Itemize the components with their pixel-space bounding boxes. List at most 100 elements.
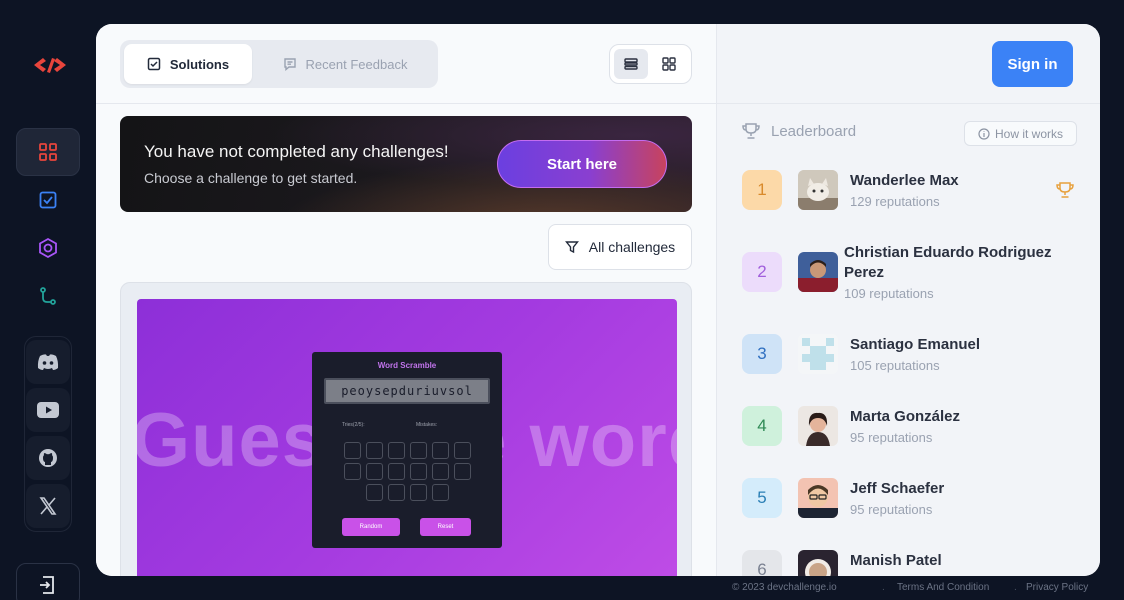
user-reputation: 109 reputations <box>844 286 934 301</box>
all-challenges-filter[interactable]: All challenges <box>548 224 692 270</box>
list-view-icon <box>624 58 638 70</box>
letter-cell <box>410 442 427 459</box>
solutions-panel: Solutions Recent Feedback You have not c… <box>96 24 716 576</box>
avatar[interactable] <box>798 334 838 374</box>
youtube-link[interactable] <box>26 388 70 432</box>
footer-separator: . <box>1014 582 1017 593</box>
sign-in-button[interactable]: Sign in <box>992 41 1073 87</box>
roadmap-icon <box>40 287 56 305</box>
solution-card[interactable]: Guess the word Word Scramble peoysepduri… <box>120 282 692 576</box>
challenges-icon <box>39 237 57 259</box>
user-name[interactable]: Marta González <box>850 408 960 425</box>
github-link[interactable] <box>26 436 70 480</box>
leaderboard-title: Leaderboard <box>771 122 857 140</box>
onboarding-banner: You have not completed any challenges! C… <box>120 116 692 212</box>
tries-label: Tries(2/5): <box>342 422 365 428</box>
how-it-works-label: How it works <box>994 126 1063 141</box>
side-nav <box>0 0 96 600</box>
youtube-icon <box>37 402 59 418</box>
letter-cell <box>432 484 449 501</box>
checklist-icon <box>39 191 57 209</box>
list-view-button[interactable] <box>614 49 648 79</box>
rank-badge: 4 <box>742 406 782 446</box>
nav-roadmap[interactable] <box>16 272 80 320</box>
game-title: Word Scramble <box>377 361 437 370</box>
banner-title: You have not completed any challenges! <box>144 142 449 161</box>
letter-cell <box>410 484 427 501</box>
tab-solutions-label: Solutions <box>169 56 230 72</box>
footer-copyright: © 2023 devchallenge.io <box>732 582 837 593</box>
user-name[interactable]: Santiago Emanuel <box>850 336 980 353</box>
view-mode-toggle <box>609 44 692 84</box>
letter-cell <box>454 442 471 459</box>
avatar[interactable] <box>798 478 838 518</box>
scrambled-word: peoysepduriuvsol <box>324 378 490 404</box>
user-name[interactable]: Wanderlee Max <box>850 172 959 189</box>
reset-button: Reset <box>420 518 471 536</box>
discord-link[interactable] <box>26 340 70 384</box>
x-link[interactable] <box>26 484 70 528</box>
footer-terms-link[interactable]: Terms And Condition <box>897 582 989 593</box>
top-rank-trophy-icon <box>1056 182 1074 198</box>
letter-cell <box>454 463 471 480</box>
tab-recent-feedback-label: Recent Feedback <box>305 56 408 72</box>
banner-subtitle: Choose a challenge to get started. <box>144 170 358 186</box>
header-divider <box>96 103 1100 104</box>
checklist-icon <box>147 57 161 71</box>
logout-icon <box>40 576 54 594</box>
dashboard-grid-icon <box>39 143 57 161</box>
avatar[interactable] <box>798 550 838 576</box>
avatar[interactable] <box>798 252 838 292</box>
how-it-works-button[interactable]: How it works <box>964 121 1077 146</box>
letter-cell <box>432 442 449 459</box>
tab-solutions[interactable]: Solutions <box>124 44 252 84</box>
user-reputation: 95 reputations <box>850 502 933 517</box>
letter-cell <box>432 463 449 480</box>
user-name-continued[interactable]: Perez <box>844 264 884 281</box>
chat-icon <box>283 58 296 71</box>
avatar[interactable] <box>798 170 838 210</box>
grid-view-button[interactable] <box>652 49 686 79</box>
letter-cell <box>366 442 383 459</box>
tab-recent-feedback[interactable]: Recent Feedback <box>256 44 434 84</box>
letter-cell <box>388 442 405 459</box>
avatar[interactable] <box>798 406 838 446</box>
rank-badge: 3 <box>742 334 782 374</box>
github-icon <box>39 449 57 467</box>
grid-view-icon <box>662 57 676 71</box>
letter-cell <box>366 463 383 480</box>
word-scramble-app: Word Scramble peoysepduriuvsol Tries(2/5… <box>312 352 502 548</box>
discord-icon <box>37 354 59 370</box>
nav-dashboard[interactable] <box>16 128 80 176</box>
trophy-icon <box>742 123 760 139</box>
devchallenges-logo-icon[interactable] <box>30 52 70 78</box>
mistakes-label: Mistakes: <box>416 422 438 428</box>
letter-cell <box>344 463 361 480</box>
nav-solutions[interactable] <box>16 176 80 224</box>
random-button: Random <box>342 518 400 536</box>
user-name[interactable]: Manish Patel <box>850 552 942 569</box>
x-icon <box>39 497 57 515</box>
user-reputation: 95 reputations <box>850 430 933 445</box>
start-here-button[interactable]: Start here <box>497 140 667 188</box>
tab-bar: Solutions Recent Feedback <box>120 40 438 88</box>
main-card: Solutions Recent Feedback You have not c… <box>96 24 1100 576</box>
info-icon <box>978 127 990 140</box>
leaderboard-panel: Sign in Leaderboard How it works 1 Wande… <box>716 24 1100 576</box>
logout-button[interactable] <box>16 563 80 600</box>
letter-cell <box>388 463 405 480</box>
letter-cell <box>344 442 361 459</box>
footer-separator: . <box>882 582 885 593</box>
nav-challenges[interactable] <box>16 224 80 272</box>
footer-privacy-link[interactable]: Privacy Policy <box>1026 582 1088 593</box>
letter-cell <box>410 463 427 480</box>
user-name[interactable]: Christian Eduardo Rodriguez <box>844 244 1052 261</box>
rank-badge: 1 <box>742 170 782 210</box>
rank-badge: 2 <box>742 252 782 292</box>
user-name[interactable]: Jeff Schaefer <box>850 480 944 497</box>
filter-icon <box>564 241 579 254</box>
user-reputation: 105 reputations <box>850 358 940 373</box>
filter-label: All challenges <box>588 239 676 255</box>
letter-cell <box>388 484 405 501</box>
leaderboard-header: Leaderboard <box>741 122 856 140</box>
